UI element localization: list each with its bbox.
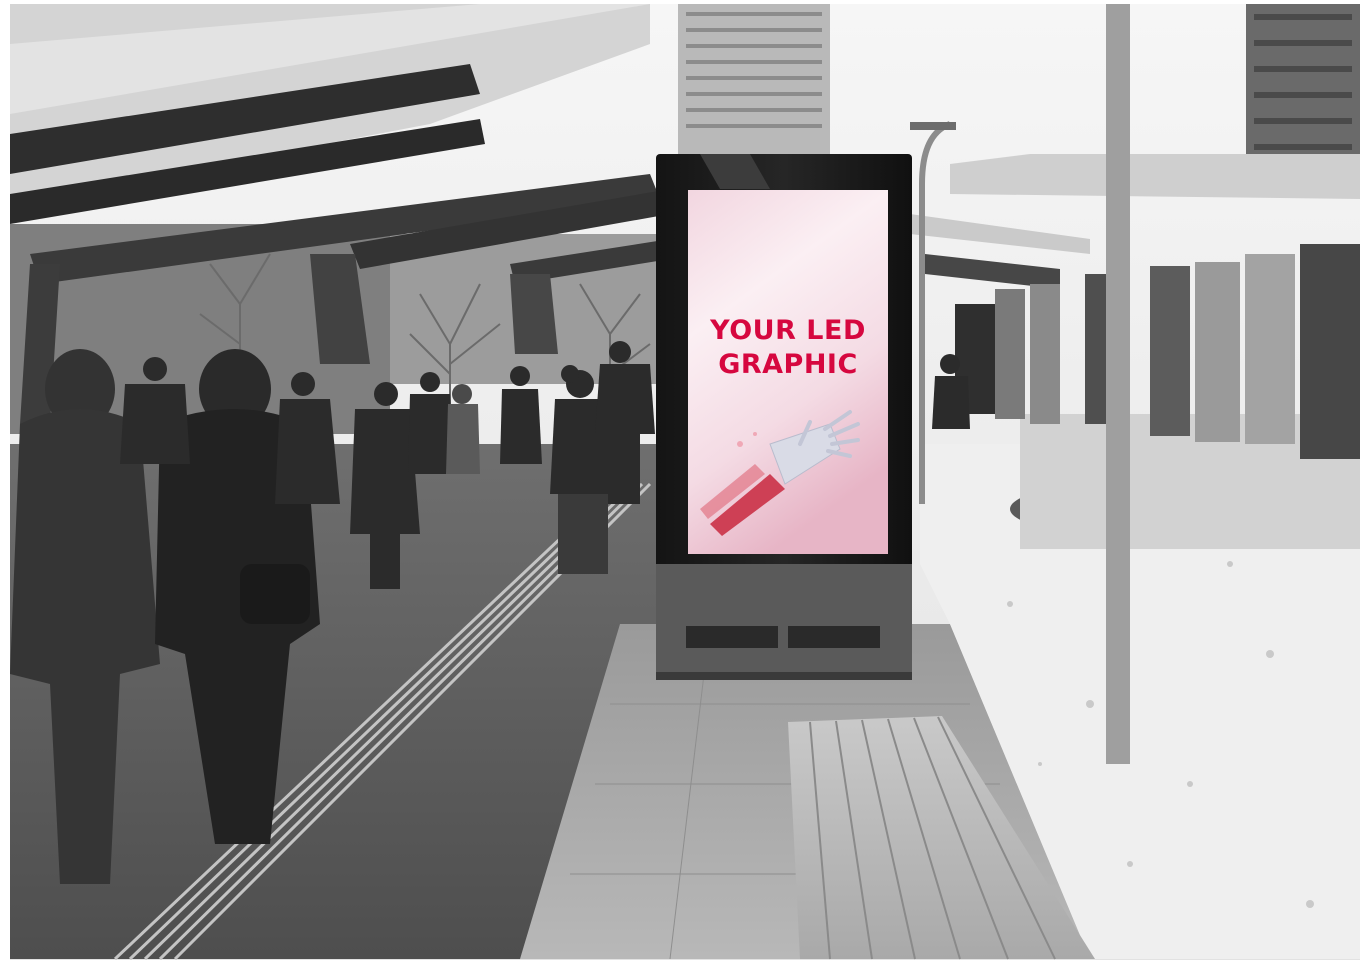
led-screen-text: YOUR LED GRAPHIC <box>688 314 888 394</box>
led-headline-line2: GRAPHIC <box>718 349 858 380</box>
lamp-head <box>910 122 956 130</box>
light-pole <box>1106 4 1130 764</box>
led-headline-line1: YOUR LED <box>710 315 866 346</box>
street-scene-photo: YOUR LED GRAPHIC <box>10 4 1360 960</box>
scene-svg <box>10 4 1360 960</box>
